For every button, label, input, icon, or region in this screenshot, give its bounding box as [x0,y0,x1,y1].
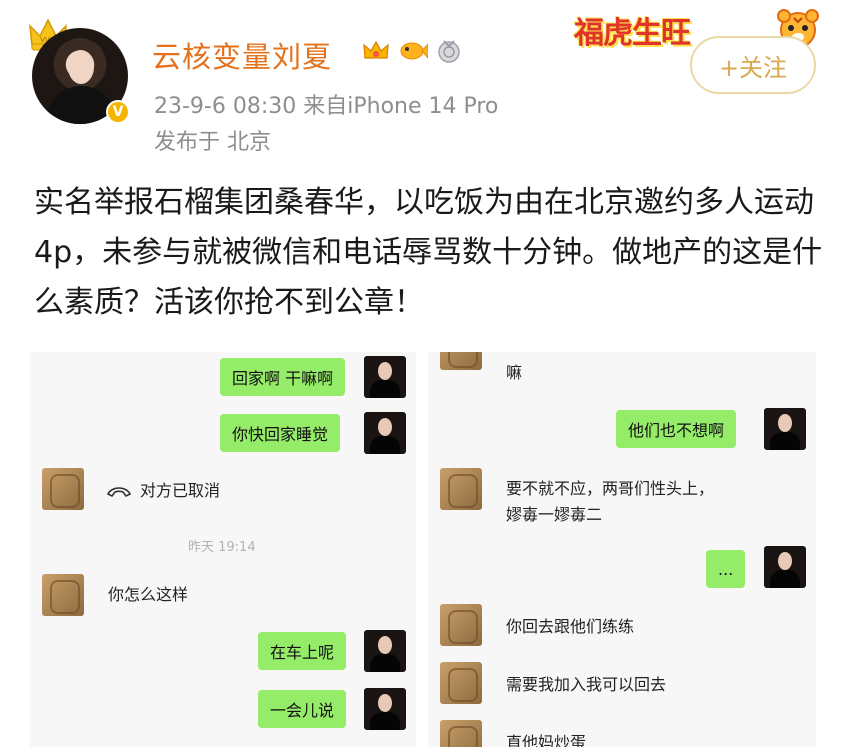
chat-avatar-self [364,356,406,398]
chat-bubble-other: 要不就不应，两哥们性头上， 嫪毐一嫪毐二 [506,476,714,528]
chat-avatar-self [364,412,406,454]
verified-badge: V [106,100,130,124]
chat-avatar-other [440,604,482,646]
chat-bubble-self: 在车上呢 [258,632,347,670]
screenshot-divider [418,352,426,747]
chat-call-cancelled: 对方已取消 [140,481,221,500]
chat-bubble-other: 你回去跟他们练练 [506,617,635,636]
chat-screenshot-left: 回家啊 干嘛啊 你快回家睡觉 对方已取消 昨天 19:14 你怎么这样 在车上呢… [30,352,416,747]
chat-avatar-other [440,468,482,510]
chat-avatar-other [440,662,482,704]
chat-avatar-other [440,720,482,747]
post-location: 发布于 北京 [154,130,271,155]
chat-bubble-self: 他们也不想啊 [616,410,737,448]
follow-button[interactable]: +关注 [690,36,816,94]
chat-avatar-other [42,574,84,616]
post-meta: 23-9-6 08:30 来自iPhone 14 Pro [154,94,499,119]
festival-decoration-text: 福虎生旺 [574,16,691,51]
chat-bubble-self: 你快回家睡觉 [220,414,341,452]
chat-avatar-self [364,688,406,730]
chat-line: 嫪毐一嫪毐二 [506,505,603,524]
user-badges [362,38,462,64]
post-body-text: 实名举报石榴集团桑春华，以吃饭为由在北京邀约多人运动4p，未参与就被微信和电话辱… [34,185,823,320]
avatar[interactable]: VVIP V [22,18,134,126]
chat-avatar-other [42,468,84,510]
phone-hangup-icon [106,487,132,498]
medal-icon [438,40,460,63]
username[interactable]: 云核变量刘夏 [152,34,332,76]
chat-bubble-other: 需要我加入我可以回去 [506,675,667,694]
vip-crown-icon [363,40,389,59]
chat-bubble-self: 一会儿说 [258,690,347,728]
chat-screenshot-right: 嘛 他们也不想啊 要不就不应，两哥们性头上， 嫪毐一嫪毐二 ... 你回去跟他们… [428,352,816,747]
chat-avatar-self [364,630,406,672]
chat-bubble-other: 嘛 [506,363,523,382]
chat-bubble-other: 你怎么这样 [108,585,189,604]
chat-timestamp: 昨天 19:14 [188,540,256,555]
chat-bubble-self: ... [706,550,746,588]
fish-icon [400,42,428,60]
chat-bubble-other: 直他妈炒蛋 [506,733,587,747]
chat-line: 要不就不应，两哥们性头上， [506,479,715,498]
chat-bubble-self: 回家啊 干嘛啊 [220,358,346,396]
chat-avatar-other [440,352,482,370]
chat-avatar-self [764,408,806,450]
chat-avatar-self [764,546,806,588]
